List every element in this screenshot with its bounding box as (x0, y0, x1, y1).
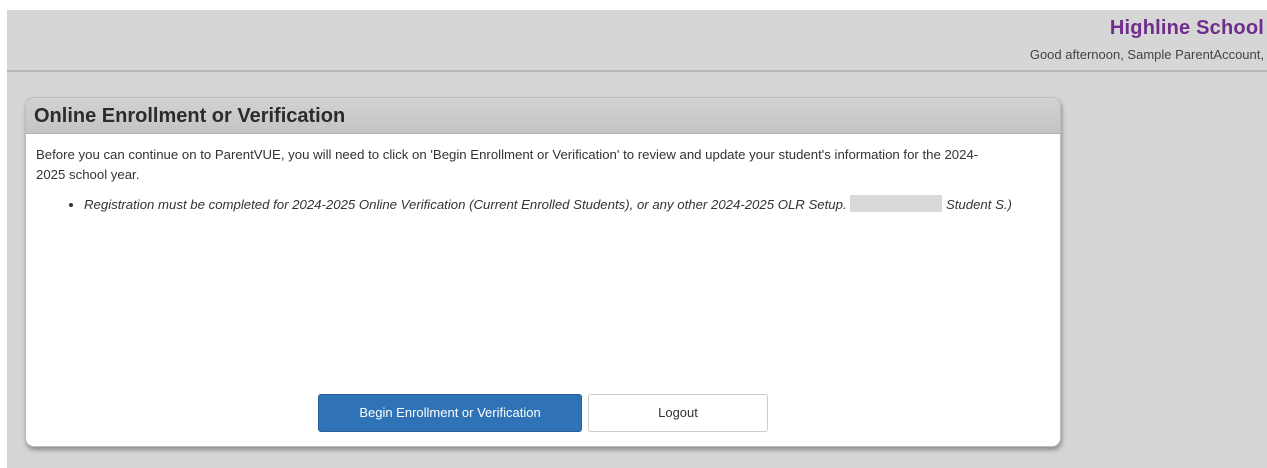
panel-body: Before you can continue on to ParentVUE,… (26, 134, 1060, 444)
notice-text-after: Student S.) (942, 197, 1012, 212)
panel-header: Online Enrollment or Verification (26, 98, 1060, 134)
begin-enrollment-button[interactable]: Begin Enrollment or Verification (318, 394, 582, 432)
action-buttons: Begin Enrollment or Verification Logout (318, 394, 768, 432)
school-name: Highline School (1109, 17, 1264, 39)
notice-text-before: Registration must be completed for 2024-… (84, 197, 851, 212)
intro-text: Before you can continue on to ParentVUE,… (36, 147, 979, 182)
logout-button[interactable]: Logout (588, 394, 768, 432)
page-background: Highline School Good afternoon, Sample P… (7, 10, 1267, 468)
top-header: Highline School Good afternoon, Sample P… (7, 10, 1267, 72)
registration-notice: Registration must be completed for 2024-… (84, 195, 1044, 215)
redacted-student-name (850, 195, 943, 212)
notice-list: Registration must be completed for 2024-… (36, 195, 1044, 215)
panel-title: Online Enrollment or Verification (34, 105, 346, 127)
enrollment-panel: Online Enrollment or Verification Before… (25, 97, 1061, 447)
greeting-text: Good afternoon, Sample ParentAccount, (1029, 47, 1264, 62)
